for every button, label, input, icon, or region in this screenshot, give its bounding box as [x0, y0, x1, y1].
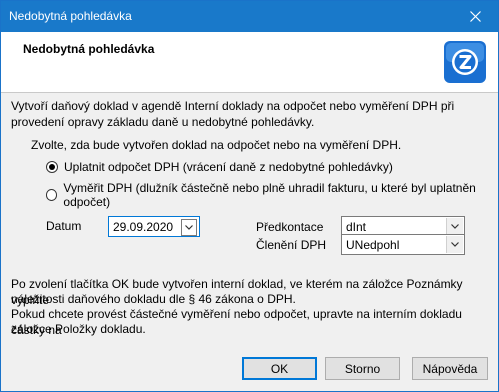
dialog-window: Nedobytná pohledávka Nedobytná pohledávk… [0, 0, 499, 392]
datum-date-picker[interactable]: 29.09.2020 [108, 216, 200, 237]
title-bar[interactable]: Nedobytná pohledávka [1, 1, 498, 32]
intro-line-1: Vytvoří daňový doklad v agendě Interní d… [11, 99, 455, 113]
chevron-down-icon [451, 242, 459, 247]
header-title: Nedobytná pohledávka [23, 42, 155, 56]
radio-vymerit-dph[interactable]: Vyměřit DPH (dlužník částečně nebo plně … [46, 181, 498, 209]
cleneni-dph-value: UNedpohl [346, 238, 400, 252]
storno-button[interactable]: Storno [325, 357, 400, 380]
note-line-4: záložce Položky dokladu. [11, 322, 146, 336]
app-logo-icon [444, 41, 486, 83]
ok-button[interactable]: OK [242, 357, 317, 380]
predkontace-label: Předkontace [256, 220, 324, 234]
intro-line-2: provedení opravy základu daně u nedobytn… [11, 115, 315, 129]
radio-uplatnit-odpocet[interactable]: Uplatnit odpočet DPH (vrácení daně z ned… [46, 160, 393, 174]
cleneni-dropdown-button[interactable] [446, 236, 463, 253]
help-button[interactable]: Nápověda [412, 357, 488, 380]
window-title: Nedobytná pohledávka [9, 9, 132, 23]
cleneni-dph-select[interactable]: UNedpohl [341, 234, 465, 255]
radio-label-vymerit: Vyměřit DPH (dlužník částečně nebo plně … [63, 181, 476, 209]
note-line-2: náležitosti daňového dokladu dle § 46 zá… [11, 292, 296, 306]
choice-prompt: Zvolte, zda bude vytvořen doklad na odpo… [31, 138, 402, 152]
radio-label-odpocet: Uplatnit odpočet DPH (vrácení daně z ned… [64, 160, 393, 174]
radio-button-checked[interactable] [46, 161, 58, 173]
cleneni-dph-label: Členění DPH [256, 238, 327, 252]
datum-label: Datum [46, 219, 82, 233]
predkontace-value: dInt [346, 220, 367, 234]
chevron-down-icon [451, 224, 459, 229]
predkontace-dropdown-button[interactable] [446, 218, 463, 235]
calendar-dropdown-button[interactable] [181, 219, 197, 236]
dialog-header: Nedobytná pohledávka [1, 32, 498, 93]
radio-button[interactable] [46, 189, 58, 201]
datum-value: 29.09.2020 [113, 220, 174, 234]
close-button[interactable] [452, 1, 498, 32]
close-icon [469, 11, 481, 22]
chevron-down-icon [185, 225, 193, 230]
